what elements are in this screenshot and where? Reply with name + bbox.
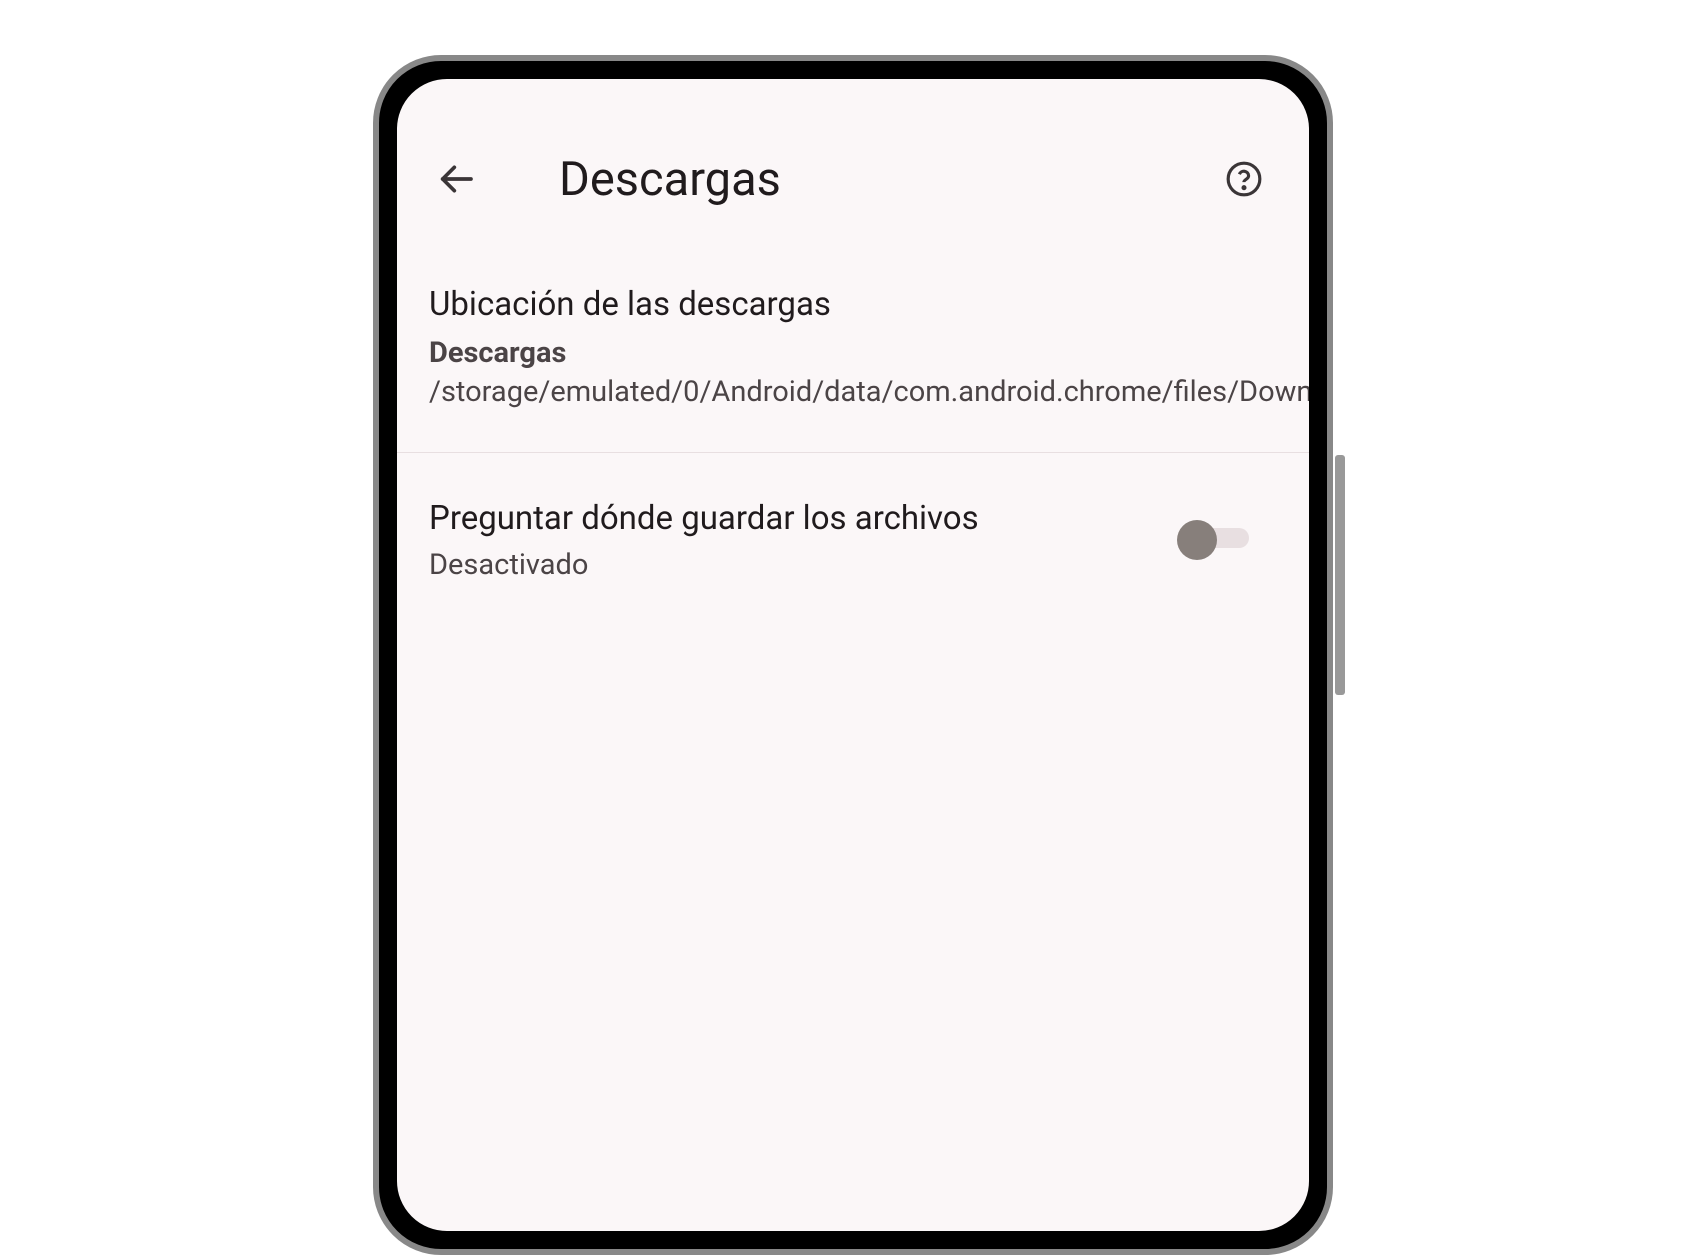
settings-list: Ubicación de las descargas Descargas /st… bbox=[429, 285, 1277, 582]
phone-side-button bbox=[1335, 455, 1345, 695]
help-button[interactable] bbox=[1219, 154, 1269, 204]
phone-frame: Descargas Ubicación de las descargas bbox=[373, 55, 1333, 960]
setting-value: Descargas /storage/emulated/0/Android/da… bbox=[429, 334, 1277, 412]
phone-screen: Descargas Ubicación de las descargas bbox=[385, 67, 1321, 1243]
toggle-thumb bbox=[1177, 520, 1217, 560]
setting-status: Desactivado bbox=[429, 548, 1173, 582]
back-button[interactable] bbox=[431, 154, 481, 204]
app-bar: Descargas bbox=[429, 129, 1277, 229]
ask-where-save-setting[interactable]: Preguntar dónde guardar los archivos Des… bbox=[429, 453, 1277, 582]
setting-value-path: /storage/emulated/0/Android/data/com.and… bbox=[429, 375, 1321, 409]
setting-value-prefix: Descargas bbox=[429, 336, 566, 370]
setting-title: Preguntar dónde guardar los archivos bbox=[429, 499, 1173, 538]
arrow-back-icon bbox=[436, 159, 476, 199]
page-title: Descargas bbox=[559, 152, 1219, 207]
setting-title: Ubicación de las descargas bbox=[429, 285, 1277, 324]
phone-bezel: Descargas Ubicación de las descargas bbox=[373, 55, 1333, 1255]
toggle-switch[interactable] bbox=[1173, 516, 1253, 556]
download-location-setting[interactable]: Ubicación de las descargas Descargas /st… bbox=[429, 285, 1277, 452]
help-icon bbox=[1225, 160, 1263, 198]
